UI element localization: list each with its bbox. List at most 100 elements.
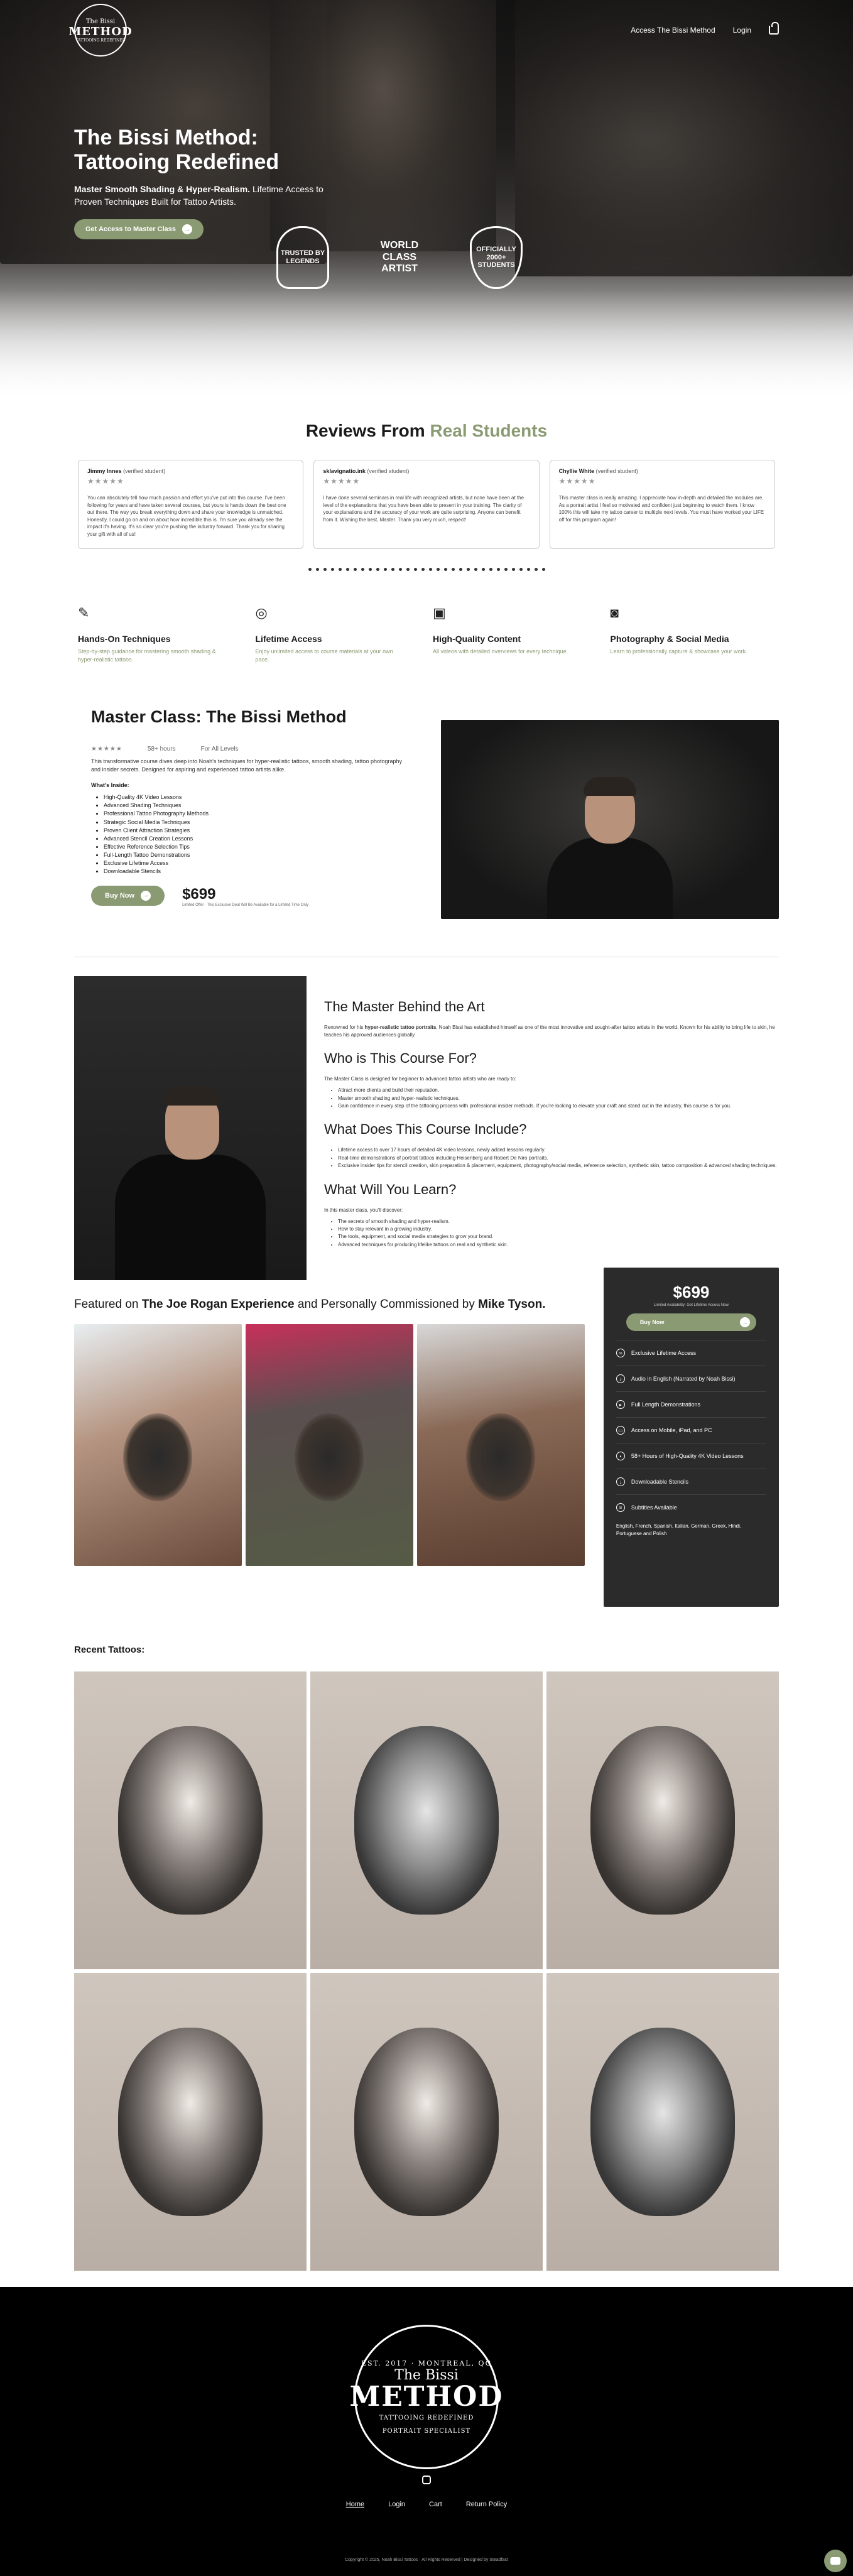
figure-hair bbox=[584, 777, 637, 796]
site-logo[interactable]: The Bissi METHOD TATTOOING REDEFINED bbox=[68, 4, 132, 57]
sidebar-row-label: Downloadable Stencils bbox=[631, 1479, 688, 1486]
carousel-dot[interactable] bbox=[451, 568, 455, 571]
carousel-dot[interactable] bbox=[330, 568, 334, 571]
about-heading: The Master Behind the Art bbox=[324, 999, 485, 1015]
figure-hair bbox=[164, 1087, 220, 1106]
masterclass-description: This transformative course dives deep in… bbox=[91, 758, 402, 773]
carousel-dot[interactable] bbox=[436, 568, 440, 571]
footer-link-cart[interactable]: Cart bbox=[429, 2501, 442, 2508]
tattoo-machine-icon: ✎ bbox=[78, 605, 90, 621]
carousel-dot[interactable] bbox=[345, 568, 349, 571]
carousel-dot[interactable] bbox=[406, 568, 410, 571]
carousel-dot[interactable] bbox=[398, 568, 402, 571]
carousel-dots[interactable] bbox=[0, 568, 853, 571]
tattoo-photo[interactable] bbox=[546, 1671, 779, 1970]
carousel-dot[interactable] bbox=[481, 568, 485, 571]
hero-cta-label: Get Access to Master Class bbox=[85, 226, 176, 234]
footer-logo-d: PORTRAIT SPECIALIST bbox=[382, 2428, 471, 2435]
course-hours: 58+ hours bbox=[147, 746, 176, 753]
feature-lifetime: ◎ Lifetime Access Enjoy unlimited access… bbox=[256, 605, 421, 663]
copyright: Copyright © 2025, Noah Bissi Tattoos · A… bbox=[345, 2558, 508, 2563]
masterclass-buy-row: Buy Now → $699 Limited Offer · This Excl… bbox=[91, 885, 403, 907]
sidebar-row: ↓ Downloadable Stencils bbox=[616, 1469, 766, 1494]
login-link[interactable]: Login bbox=[733, 26, 751, 35]
carousel-dot[interactable] bbox=[534, 568, 538, 571]
review-author-name: Jimmy Innes bbox=[87, 468, 122, 474]
tattoo-photo[interactable] bbox=[74, 1671, 307, 1970]
featured-heading: Featured on The Joe Rogan Experience and… bbox=[74, 1298, 585, 1312]
carousel-dot[interactable] bbox=[383, 568, 387, 571]
price-block: $699 Limited Offer · This Exclusive Deal… bbox=[182, 886, 308, 907]
review-carousel[interactable]: Jimmy Innes (verified student) ★★★★★ You… bbox=[0, 460, 853, 549]
list-item: The secrets of smooth shading and hyper-… bbox=[338, 1218, 779, 1226]
chat-icon[interactable] bbox=[824, 2550, 847, 2573]
footer-link-return[interactable]: Return Policy bbox=[466, 2501, 507, 2508]
tattoo-shape bbox=[466, 1413, 536, 1501]
review-author-tag: (verified student) bbox=[121, 468, 166, 474]
carousel-dot[interactable] bbox=[474, 568, 477, 571]
tattoo-photo[interactable] bbox=[310, 1973, 543, 2271]
portrait-tattoo bbox=[590, 2028, 735, 2217]
carousel-dot[interactable] bbox=[338, 568, 342, 571]
carousel-dot[interactable] bbox=[511, 568, 515, 571]
cart-icon[interactable] bbox=[769, 22, 779, 35]
footer-link-login[interactable]: Login bbox=[388, 2501, 405, 2508]
play-icon: ▸ bbox=[616, 1400, 625, 1410]
features-row: ✎ Hands-On Techniques Step-by-step guida… bbox=[0, 605, 853, 663]
tattoo-photo[interactable] bbox=[74, 1973, 307, 2271]
carousel-dot[interactable] bbox=[541, 568, 545, 571]
learn-list: The secrets of smooth shading and hyper-… bbox=[324, 1218, 779, 1249]
feature-photography: ◙ Photography & Social Media Learn to pr… bbox=[611, 605, 776, 663]
carousel-dot[interactable] bbox=[376, 568, 379, 571]
carousel-dot[interactable] bbox=[308, 568, 312, 571]
carousel-dot[interactable] bbox=[443, 568, 447, 571]
carousel-dot[interactable] bbox=[361, 568, 364, 571]
about-text-a: Renowned for his bbox=[324, 1024, 365, 1031]
carousel-dot[interactable] bbox=[428, 568, 432, 571]
masterclass-meta: ★★★★★ 58+ hours For All Levels bbox=[91, 746, 403, 753]
hero-cta-button[interactable]: Get Access to Master Class → bbox=[74, 219, 204, 240]
list-item: Exclusive insider tips for stencil creat… bbox=[338, 1162, 779, 1170]
carousel-dot[interactable] bbox=[459, 568, 462, 571]
trust-badges: TRUSTED BY LEGENDS WORLD CLASS ARTIST OF… bbox=[276, 226, 523, 289]
list-item: Downloadable Stencils bbox=[104, 867, 403, 876]
carousel-dot[interactable] bbox=[466, 568, 470, 571]
sidebar-buy-button[interactable]: Buy Now → bbox=[626, 1313, 756, 1332]
hd-icon: ▣ bbox=[433, 605, 446, 621]
featured-text-2: The Joe Rogan Experience bbox=[141, 1298, 295, 1312]
tattoo-photo[interactable] bbox=[546, 1973, 779, 2271]
portrait-tattoo bbox=[118, 2028, 263, 2217]
list-item: Advanced Stencil Creation Lessons bbox=[104, 835, 403, 843]
footer-links: Home Login Cart Return Policy bbox=[0, 2501, 853, 2508]
intro-video[interactable] bbox=[441, 720, 779, 920]
carousel-dot[interactable] bbox=[496, 568, 500, 571]
portrait-tattoo bbox=[118, 1726, 263, 1915]
feature-hands-on: ✎ Hands-On Techniques Step-by-step guida… bbox=[78, 605, 243, 663]
carousel-dot[interactable] bbox=[504, 568, 508, 571]
inside-list: High-Quality 4K Video Lessons Advanced S… bbox=[91, 793, 403, 875]
carousel-dot[interactable] bbox=[315, 568, 319, 571]
footer-link-home[interactable]: Home bbox=[346, 2501, 364, 2508]
carousel-dot[interactable] bbox=[368, 568, 372, 571]
carousel-dot[interactable] bbox=[526, 568, 530, 571]
instagram-icon[interactable] bbox=[422, 2475, 431, 2485]
review-card: sklavignatio.ink (verified student) ★★★★… bbox=[313, 460, 540, 549]
portrait-tattoo bbox=[354, 1726, 499, 1915]
list-item: Proven Client Attraction Strategies bbox=[104, 827, 403, 835]
tattoo-photo[interactable] bbox=[310, 1671, 543, 1970]
carousel-dot[interactable] bbox=[489, 568, 492, 571]
artist-portrait bbox=[74, 976, 307, 1281]
carousel-dot[interactable] bbox=[519, 568, 523, 571]
access-link[interactable]: Access The Bissi Method bbox=[631, 26, 715, 35]
carousel-dot[interactable] bbox=[421, 568, 425, 571]
sidebar-buy-label: Buy Now bbox=[639, 1319, 665, 1326]
carousel-dot[interactable] bbox=[353, 568, 357, 571]
masterclass-title: Master Class: The Bissi Method bbox=[91, 707, 347, 727]
carousel-dot[interactable] bbox=[391, 568, 394, 571]
carousel-dot[interactable] bbox=[323, 568, 327, 571]
sidebar-price-note: Limited Availability: Get Lifetime Acces… bbox=[653, 1303, 729, 1308]
carousel-dot[interactable] bbox=[413, 568, 417, 571]
video-icon: ▪ bbox=[616, 1452, 625, 1461]
sidebar-row-label: Exclusive Lifetime Access bbox=[631, 1350, 696, 1357]
buy-now-button[interactable]: Buy Now → bbox=[91, 885, 165, 906]
